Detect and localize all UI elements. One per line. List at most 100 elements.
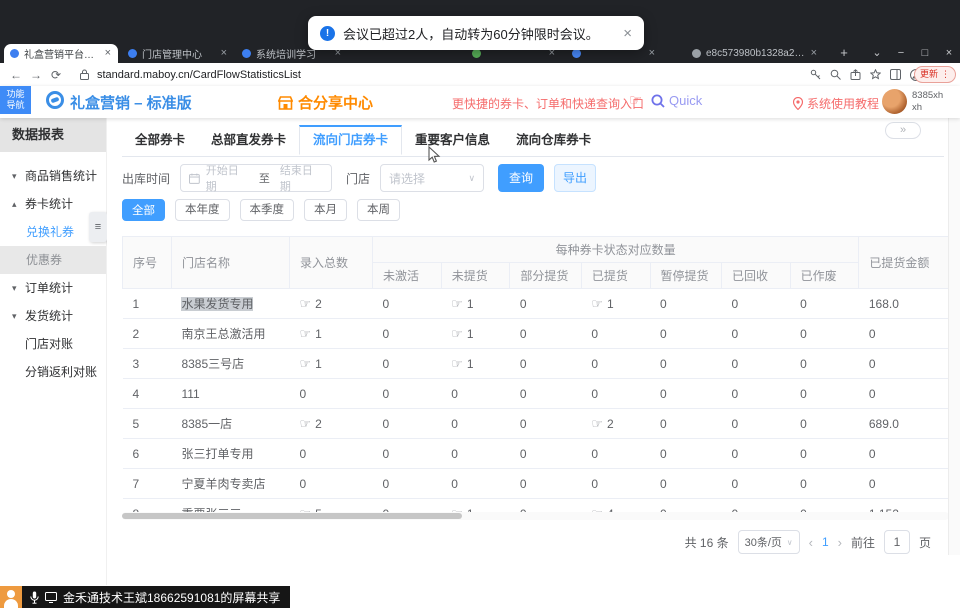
window-close-icon[interactable]: ×	[940, 46, 958, 60]
tab-总部直发券卡[interactable]: 总部直发券卡	[198, 125, 299, 155]
new-tab-button[interactable]: +	[836, 45, 852, 61]
cell-录入总数[interactable]: ☞1	[289, 319, 372, 349]
cell-暂停提货: 0	[650, 469, 721, 499]
search-button[interactable]: 查询	[498, 164, 544, 192]
user-avatar[interactable]	[882, 89, 907, 114]
browser-tab[interactable]: e8c573980b1328a258fd2e6×	[686, 44, 824, 63]
forward-icon[interactable]: →	[26, 68, 46, 82]
toast-close-icon[interactable]: ×	[623, 26, 632, 41]
vertical-scrollbar[interactable]	[948, 118, 960, 555]
pointer-hand-icon: ☞	[299, 326, 311, 341]
card-count-link[interactable]: ☞2	[299, 297, 321, 311]
cell-已作废: 0	[790, 409, 859, 439]
sidebar-item-门店对账[interactable]: 门店对账	[0, 330, 106, 358]
reload-icon[interactable]: ⟳	[46, 68, 66, 82]
tab-close-icon[interactable]: ×	[810, 48, 818, 59]
page-number[interactable]: 1	[822, 535, 829, 549]
card-count-link[interactable]: ☞1	[451, 357, 473, 371]
share-center-label: 合分享中心	[298, 92, 373, 113]
table-body: 1水果发货专用☞20☞10☞1000168.02南京王总激活用☞10☞10000…	[123, 289, 949, 513]
sidebar-item-商品销售统计[interactable]: ▾商品销售统计	[0, 162, 106, 190]
cell-未提货[interactable]: ☞1	[441, 349, 510, 379]
tab-流向仓库券卡[interactable]: 流向仓库券卡	[503, 125, 604, 155]
cell-已提货[interactable]: ☞4	[581, 499, 650, 513]
tab-close-icon[interactable]: ×	[648, 48, 656, 59]
sidebar-item-订单统计[interactable]: ▾订单统计	[0, 274, 106, 302]
next-page-icon[interactable]: ›	[838, 535, 842, 550]
cell-未提货[interactable]: ☞1	[441, 319, 510, 349]
function-nav-button[interactable]: 功能 导航	[0, 86, 31, 114]
url-text[interactable]: standard.maboy.cn/CardFlowStatisticsList	[97, 69, 301, 81]
column-header-已回收: 已回收	[721, 263, 790, 289]
share-center-link[interactable]: 合分享中心	[278, 92, 373, 113]
tab-重要客户信息[interactable]: 重要客户信息	[402, 125, 503, 155]
card-count-link[interactable]: ☞2	[591, 417, 613, 431]
quick-range-本季度[interactable]: 本季度	[240, 199, 295, 221]
quick-range-本年度[interactable]: 本年度	[175, 199, 230, 221]
quick-search-link[interactable]: Quick	[651, 93, 702, 108]
horizontal-scrollbar[interactable]	[122, 512, 949, 520]
main-content: 全部券卡总部直发券卡流向门店券卡重要客户信息流向仓库券卡 » 出库时间 开始日期…	[107, 118, 949, 585]
cell-录入总数[interactable]: ☞2	[289, 409, 372, 439]
cell-未提货[interactable]: ☞1	[441, 499, 510, 513]
tab-全部券卡[interactable]: 全部券卡	[122, 125, 198, 155]
export-button[interactable]: 导出	[554, 164, 596, 192]
cell-部分提货: 0	[510, 469, 581, 499]
tab-favicon-icon	[692, 49, 701, 58]
cell-录入总数[interactable]: ☞1	[289, 349, 372, 379]
tab-close-icon[interactable]: ×	[220, 48, 228, 59]
store-select[interactable]: 请选择 ∨	[380, 164, 484, 192]
sidebar-item-发货统计[interactable]: ▾发货统计	[0, 302, 106, 330]
share-icon[interactable]	[850, 69, 861, 80]
card-count-link[interactable]: ☞1	[451, 327, 473, 341]
start-date-placeholder[interactable]: 开始日期	[206, 162, 249, 194]
browser-tab[interactable]: 礼盒营销平台管理中心×	[4, 44, 118, 63]
link-value: 1	[467, 357, 474, 371]
scrollbar-thumb[interactable]	[122, 513, 462, 519]
browser-update-button[interactable]: 更新 ⋮	[914, 66, 956, 83]
tab-title: 门店管理中心	[142, 46, 215, 61]
zoom-icon[interactable]	[830, 69, 841, 80]
quick-range-全部[interactable]: 全部	[122, 199, 165, 221]
cell-已提货[interactable]: ☞1	[581, 289, 650, 319]
card-count-link[interactable]: ☞1	[299, 327, 321, 341]
card-count-link[interactable]: ☞1	[451, 297, 473, 311]
bookmark-star-icon[interactable]	[870, 69, 881, 80]
quick-range-本周[interactable]: 本周	[357, 199, 400, 221]
sidebar-item-优惠券[interactable]: 优惠券	[0, 246, 106, 274]
page-size-select[interactable]: 30条/页 ∨	[738, 530, 800, 554]
cell-已提货金额: 0	[859, 439, 949, 469]
key-icon[interactable]	[810, 69, 821, 80]
prev-page-icon[interactable]: ‹	[809, 535, 813, 550]
card-count-link[interactable]: ☞1	[591, 297, 613, 311]
lock-icon[interactable]	[80, 69, 89, 80]
sidebar-item-分销返利对账[interactable]: 分销返利对账	[0, 358, 106, 386]
cell-部分提货: 0	[510, 379, 581, 409]
tutorial-link[interactable]: 系统使用教程	[793, 95, 879, 112]
card-count-link[interactable]: ☞1	[299, 357, 321, 371]
cell-未激活: 0	[373, 469, 442, 499]
cell-录入总数[interactable]: ☞5	[289, 499, 372, 513]
cell-已提货[interactable]: ☞2	[581, 409, 650, 439]
sidebar-collapse-handle[interactable]: ≡	[89, 212, 107, 242]
cell-未提货[interactable]: ☞1	[441, 289, 510, 319]
window-menu-icon[interactable]: ⌄	[868, 46, 886, 60]
statistics-table: 序号门店名称录入总数每种券卡状态对应数量已提货金额未激活未提货部分提货已提货暂停…	[122, 236, 949, 512]
cell-已回收: 0	[721, 439, 790, 469]
expand-tabs-button[interactable]: »	[885, 122, 921, 139]
tab-close-icon[interactable]: ×	[104, 48, 112, 59]
tab-流向门店券卡[interactable]: 流向门店券卡	[299, 125, 402, 155]
card-count-link[interactable]: ☞2	[299, 417, 321, 431]
cell-录入总数[interactable]: ☞2	[289, 289, 372, 319]
side-panel-icon[interactable]	[890, 69, 901, 80]
quick-range-本月[interactable]: 本月	[304, 199, 347, 221]
window-minimize-icon[interactable]: −	[892, 46, 910, 60]
window-maximize-icon[interactable]: □	[916, 46, 934, 60]
goto-page-input[interactable]: 1	[884, 530, 910, 554]
cell-部分提货: 0	[510, 499, 581, 513]
back-icon[interactable]: ←	[6, 68, 26, 82]
end-date-placeholder[interactable]: 结束日期	[280, 162, 323, 194]
pointer-hand-icon: ☞	[451, 326, 463, 341]
browser-tab[interactable]: 门店管理中心 ×	[122, 44, 234, 63]
date-range-input[interactable]: 开始日期 至 结束日期	[180, 164, 332, 192]
